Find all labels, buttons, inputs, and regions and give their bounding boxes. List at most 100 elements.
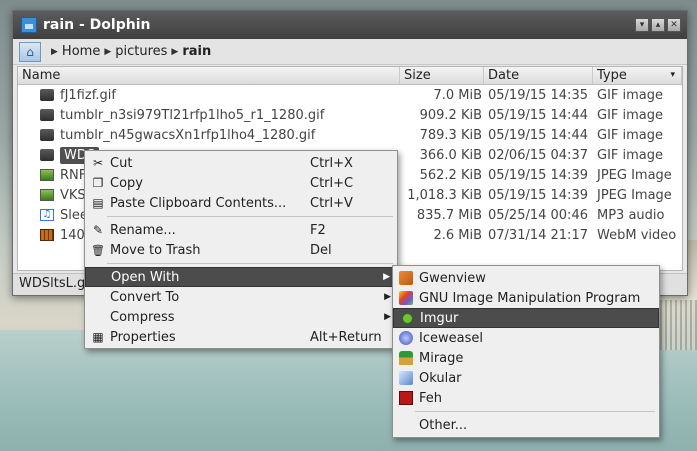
menu-item-label: Paste Clipboard Contents... xyxy=(110,195,287,211)
menu-item-shortcut: F2 xyxy=(310,222,326,238)
window-controls: ▾ ▴ ✕ xyxy=(635,18,687,32)
menu-item-label: Imgur xyxy=(420,310,459,326)
home-icon[interactable]: ⌂ xyxy=(19,41,41,62)
menu-item-label: Open With xyxy=(111,269,180,285)
paste-icon xyxy=(91,196,105,210)
column-header-type-label: Type xyxy=(597,68,627,83)
file-type: GIF image xyxy=(597,147,664,163)
menu-separator xyxy=(415,411,655,412)
breadcrumb-item-rain[interactable]: rain xyxy=(182,44,211,59)
column-header-date[interactable]: Date xyxy=(484,67,593,84)
status-text: WDSltsL.gi xyxy=(19,276,89,291)
menu-item-mirage[interactable]: Mirage xyxy=(393,348,659,368)
menu-item-properties[interactable]: Properties Alt+Return xyxy=(85,327,397,347)
gif-file-icon xyxy=(40,129,54,141)
menu-item-label: Gwenview xyxy=(419,270,486,286)
menu-item-iceweasel[interactable]: Iceweasel xyxy=(393,328,659,348)
menu-item-other[interactable]: Other... xyxy=(393,415,659,435)
menu-item-label: GNU Image Manipulation Program xyxy=(419,290,641,306)
file-date: 02/06/15 04:37 xyxy=(488,147,588,163)
okular-icon xyxy=(399,371,413,385)
menu-item-label: Feh xyxy=(419,390,443,406)
file-size: 1,018.3 KiB xyxy=(407,187,482,203)
file-size: 909.2 KiB xyxy=(419,107,482,123)
menu-item-paste[interactable]: Paste Clipboard Contents... Ctrl+V xyxy=(85,193,397,213)
close-button[interactable]: ✕ xyxy=(667,18,681,32)
menu-item-label: Properties xyxy=(110,329,176,345)
column-header: Name Size Date Type ▾ xyxy=(18,67,682,85)
window-titlebar[interactable]: rain - Dolphin ▾ ▴ ✕ xyxy=(13,11,687,39)
maximize-button[interactable]: ▴ xyxy=(651,18,665,32)
trash-icon xyxy=(91,243,105,257)
file-date: 05/19/15 14:39 xyxy=(488,167,588,183)
feh-icon xyxy=(399,391,413,405)
window-title: rain - Dolphin xyxy=(43,17,151,33)
column-header-name[interactable]: Name xyxy=(18,67,400,84)
menu-item-gwenview[interactable]: Gwenview xyxy=(393,268,659,288)
menu-item-shortcut: Ctrl+V xyxy=(310,195,353,211)
menu-item-okular[interactable]: Okular xyxy=(393,368,659,388)
menu-item-move-to-trash[interactable]: Move to Trash Del xyxy=(85,240,397,260)
breadcrumb-arrow-icon[interactable]: ▶ xyxy=(51,47,58,57)
menu-item-shortcut: Ctrl+C xyxy=(310,175,354,191)
file-type: JPEG Image xyxy=(597,187,672,203)
submenu-arrow-icon: ▶ xyxy=(384,312,391,322)
breadcrumb-arrow-icon[interactable]: ▶ xyxy=(171,47,178,57)
desktop-harbor-background xyxy=(655,300,697,350)
file-size: 366.0 KiB xyxy=(419,147,482,163)
file-row[interactable]: tumblr_n45gwacsXn1rfp1lho4_1280.gif 789.… xyxy=(18,125,682,145)
menu-item-open-with[interactable]: Open With ▶ xyxy=(85,267,397,287)
file-name: fJ1fizf.gif xyxy=(60,87,116,103)
menu-item-shortcut: Ctrl+X xyxy=(310,155,353,171)
menu-item-cut[interactable]: Cut Ctrl+X xyxy=(85,153,397,173)
menu-item-compress[interactable]: Compress ▶ xyxy=(85,307,397,327)
menu-item-copy[interactable]: Copy Ctrl+C xyxy=(85,173,397,193)
context-menu: Cut Ctrl+X Copy Ctrl+C Paste Clipboard C… xyxy=(84,150,398,349)
file-row[interactable]: tumblr_n3si979Tl21rfp1lho5_r1_1280.gif 9… xyxy=(18,105,682,125)
menu-item-convert-to[interactable]: Convert To ▶ xyxy=(85,287,397,307)
file-type: MP3 audio xyxy=(597,207,665,223)
file-size: 835.7 MiB xyxy=(416,207,482,223)
file-type: JPEG Image xyxy=(597,167,672,183)
menu-separator xyxy=(107,216,393,217)
menu-item-label: Rename... xyxy=(110,222,176,238)
file-name: VKS xyxy=(60,187,86,203)
file-size: 562.2 KiB xyxy=(419,167,482,183)
file-name: tumblr_n45gwacsXn1rfp1lho4_1280.gif xyxy=(60,127,316,143)
imgur-icon xyxy=(402,313,413,324)
menu-item-label: Okular xyxy=(419,370,462,386)
submenu-arrow-icon: ▶ xyxy=(383,272,390,282)
file-name: tumblr_n3si979Tl21rfp1lho5_r1_1280.gif xyxy=(60,107,325,123)
menu-item-label: Other... xyxy=(419,417,468,433)
file-type: GIF image xyxy=(597,107,664,123)
file-date: 05/19/15 14:44 xyxy=(488,107,588,123)
submenu-arrow-icon: ▶ xyxy=(384,292,391,302)
menu-item-feh[interactable]: Feh xyxy=(393,388,659,408)
menu-item-label: Copy xyxy=(110,175,143,191)
menu-item-imgur[interactable]: Imgur xyxy=(393,308,659,328)
menu-item-shortcut: Del xyxy=(310,242,332,258)
jpeg-file-icon xyxy=(40,169,54,181)
file-size: 789.3 KiB xyxy=(419,127,482,143)
breadcrumb-arrow-icon[interactable]: ▶ xyxy=(104,47,111,57)
menu-item-rename[interactable]: Rename... F2 xyxy=(85,220,397,240)
menu-item-gimp[interactable]: GNU Image Manipulation Program xyxy=(393,288,659,308)
breadcrumb-item-pictures[interactable]: pictures xyxy=(115,44,167,59)
jpeg-file-icon xyxy=(40,189,54,201)
breadcrumb-item-home[interactable]: Home xyxy=(62,44,100,59)
mp3-file-icon: ♫ xyxy=(40,209,54,221)
sort-descending-icon: ▾ xyxy=(670,70,675,80)
column-header-size[interactable]: Size xyxy=(400,67,484,84)
column-header-type[interactable]: Type ▾ xyxy=(593,67,682,84)
menu-item-label: Mirage xyxy=(419,350,464,366)
file-row[interactable]: fJ1fizf.gif 7.0 MiB 05/19/15 14:35 GIF i… xyxy=(18,85,682,105)
dolphin-app-icon xyxy=(21,17,37,33)
gimp-icon xyxy=(399,291,413,305)
file-date: 05/19/15 14:39 xyxy=(488,187,588,203)
file-date: 05/25/14 00:46 xyxy=(488,207,588,223)
minimize-button[interactable]: ▾ xyxy=(635,18,649,32)
file-type: GIF image xyxy=(597,127,664,143)
menu-item-label: Move to Trash xyxy=(110,242,201,258)
menu-item-shortcut: Alt+Return xyxy=(310,329,382,345)
properties-icon xyxy=(91,330,105,344)
